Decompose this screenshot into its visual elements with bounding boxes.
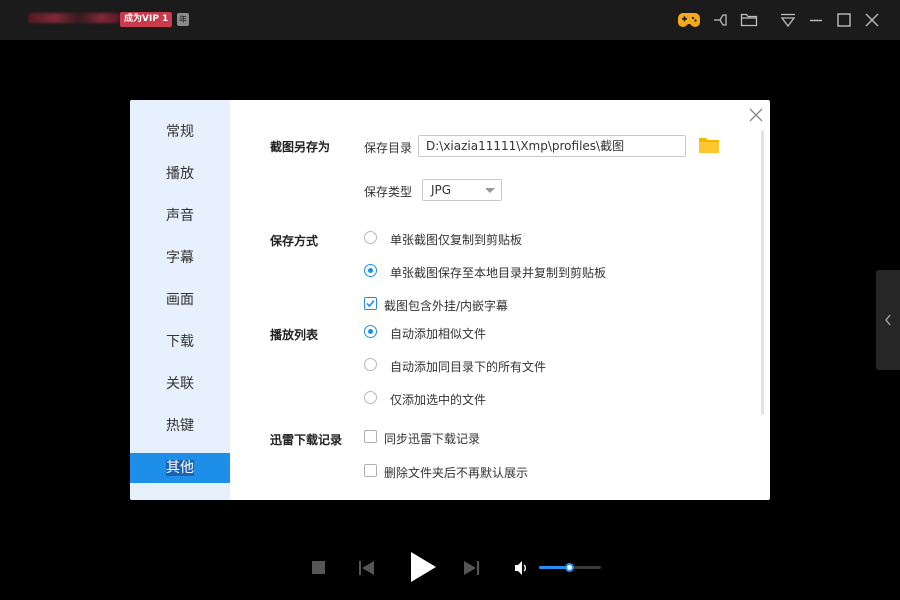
pin-icon[interactable] [710, 8, 734, 32]
hide-deleted-folder-label[interactable]: 删除文件夹后不再默认展示 [384, 464, 528, 481]
playlist-radio-similar[interactable] [364, 325, 377, 338]
dialog-close-icon[interactable] [747, 106, 765, 124]
save-method-radio-clipboard[interactable] [364, 231, 377, 244]
sidebar-item-display[interactable]: 画面 [130, 285, 230, 315]
sidebar-item-other[interactable]: 其他 [130, 453, 230, 483]
chevron-left-icon [885, 314, 891, 326]
playlist-radio-same-dir[interactable] [364, 358, 377, 371]
playlist-option-similar[interactable]: 自动添加相似文件 [390, 325, 486, 342]
save-dir-input[interactable]: D:\xiazia11111\Xmp\profiles\截图 [418, 135, 686, 157]
title-bar: 成为VIP 1 年 [0, 0, 900, 40]
playlist-option-same-dir[interactable]: 自动添加同目录下的所有文件 [390, 358, 546, 375]
save-type-value: JPG [431, 183, 452, 197]
save-method-radio-local[interactable] [364, 264, 377, 277]
screenshot-save-label: 截图另存为 [270, 140, 331, 154]
menu-icon[interactable] [776, 8, 800, 32]
play-button[interactable] [408, 550, 438, 588]
vip-promo-label[interactable]: 成为VIP 1 [120, 12, 173, 27]
close-icon[interactable] [860, 8, 884, 32]
hide-deleted-folder-checkbox[interactable] [364, 464, 377, 477]
playlist-toggle-tab[interactable] [876, 270, 900, 370]
save-dir-label: 保存目录 [364, 141, 413, 155]
open-folder-icon[interactable] [737, 8, 761, 32]
sidebar-item-download[interactable]: 下载 [130, 327, 230, 357]
sync-thunder-checkbox[interactable] [364, 430, 377, 443]
include-subtitles-label[interactable]: 截图包含外挂/内嵌字幕 [384, 297, 508, 314]
sidebar-item-sound[interactable]: 声音 [130, 201, 230, 231]
sidebar-item-association[interactable]: 关联 [130, 369, 230, 399]
save-method-label: 保存方式 [270, 234, 319, 248]
maximize-icon[interactable] [832, 8, 856, 32]
settings-sidebar: 常规 播放 声音 字幕 画面 下载 关联 热键 其他 [130, 100, 230, 500]
minimize-icon[interactable] [804, 8, 828, 32]
save-type-label: 保存类型 [364, 185, 413, 199]
include-subtitles-checkbox[interactable] [364, 297, 377, 310]
sidebar-item-general[interactable]: 常规 [130, 117, 230, 147]
browse-folder-icon[interactable] [698, 136, 720, 154]
year-badge[interactable]: 年 [177, 13, 189, 26]
sidebar-item-label: 其他 [166, 460, 194, 476]
previous-button[interactable] [358, 559, 376, 581]
thunder-record-label: 迅雷下载记录 [270, 433, 343, 447]
volume-slider[interactable] [539, 563, 601, 572]
sidebar-item-hotkeys[interactable]: 热键 [130, 411, 230, 441]
sidebar-item-playback[interactable]: 播放 [130, 159, 230, 189]
chevron-down-icon [485, 188, 495, 193]
sidebar-item-subtitles[interactable]: 字幕 [130, 243, 230, 273]
sync-thunder-label[interactable]: 同步迅雷下载记录 [384, 430, 480, 447]
title-blurred-text [28, 13, 120, 23]
playlist-radio-selected-only[interactable] [364, 391, 377, 404]
stop-button[interactable] [311, 560, 327, 580]
next-button[interactable] [462, 559, 480, 581]
playlist-option-selected-only[interactable]: 仅添加选中的文件 [390, 391, 486, 408]
volume-slider-handle[interactable] [565, 563, 574, 572]
playlist-label: 播放列表 [270, 328, 319, 342]
save-method-option-local[interactable]: 单张截图保存至本地目录并复制到剪贴板 [390, 264, 606, 281]
volume-icon[interactable] [513, 559, 531, 581]
dialog-scrollbar[interactable] [761, 130, 764, 415]
save-method-option-clipboard[interactable]: 单张截图仅复制到剪贴板 [390, 231, 522, 248]
settings-dialog: 常规 播放 声音 字幕 画面 下载 关联 热键 其他 截图另存为 保存目录 D:… [130, 100, 770, 500]
save-type-select[interactable]: JPG [422, 179, 502, 201]
gamepad-icon[interactable] [677, 8, 701, 32]
